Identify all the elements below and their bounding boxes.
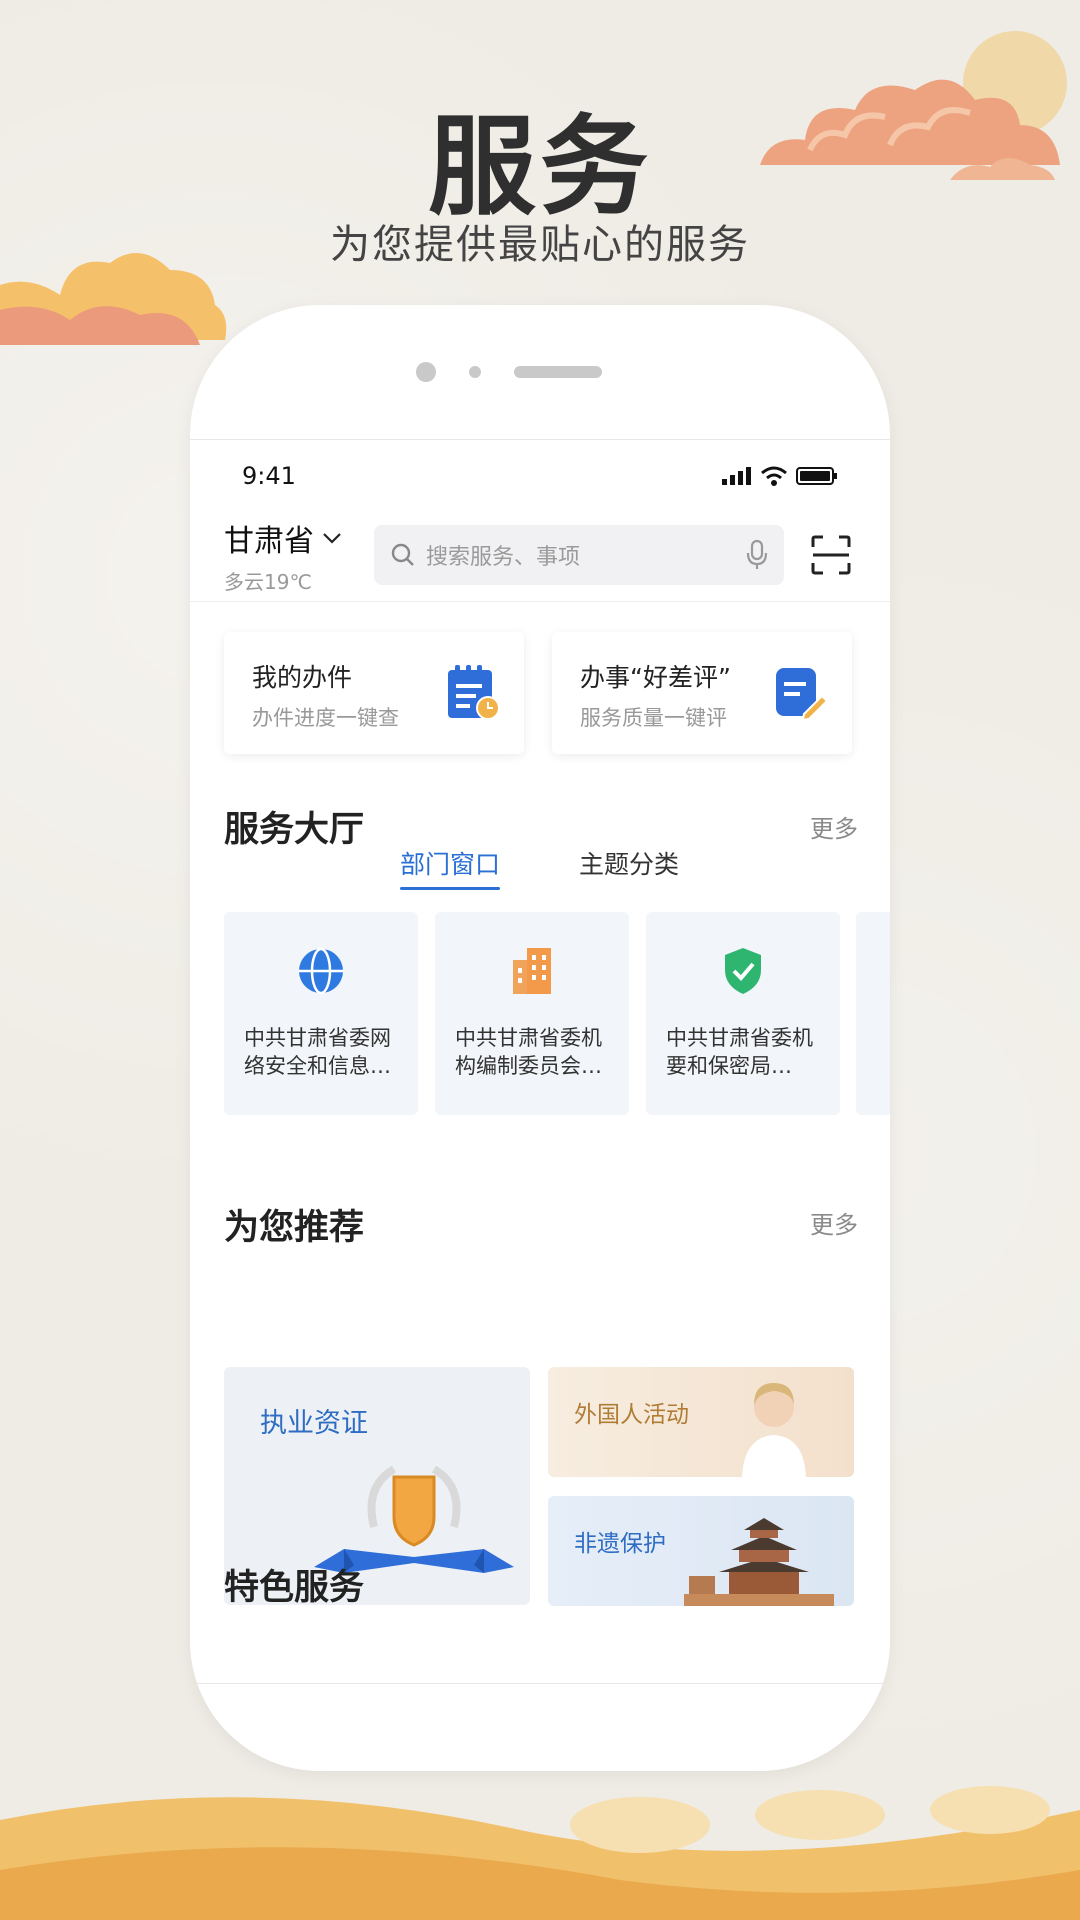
department-item[interactable]: 中共甘肃省委机 构编制委员会… [435, 912, 629, 1115]
shield-check-icon [725, 948, 761, 994]
globe-icon [299, 947, 343, 995]
wifi-icon [761, 466, 787, 486]
header-divider [190, 601, 890, 602]
building-icon [513, 948, 551, 994]
department-item[interactable]: 中共甘肃省委网 络安全和信息… [224, 912, 418, 1115]
weather-text: 多云19℃ [224, 569, 312, 594]
service-rating-card[interactable]: 办事“好差评” 服务质量一键评 [552, 632, 852, 754]
my-cases-card[interactable]: 我的办件 办件进度一键查 [224, 632, 524, 754]
recommend-more-link[interactable]: 更多 [810, 1205, 858, 1240]
department-name-line1: 中共甘肃省委机 [455, 1026, 602, 1050]
recommend-heritage-card[interactable]: 非遗保护 [548, 1496, 854, 1606]
search-placeholder: 搜索服务、事项 [426, 545, 581, 570]
desert-dunes-decoration [0, 1786, 1080, 1920]
signal-icon [722, 467, 751, 485]
clipboard-clock-icon [448, 665, 500, 720]
location-selector[interactable]: 甘肃省 多云19℃ [224, 516, 364, 595]
service-rating-subtitle: 服务质量一键评 [580, 706, 727, 730]
recommend-foreigner-title: 外国人活动 [574, 1402, 689, 1428]
bottom-divider [190, 1683, 890, 1684]
department-name-line2: 络安全和信息… [244, 1054, 391, 1078]
tab-topic-category[interactable]: 主题分类 [579, 845, 679, 881]
scan-button[interactable] [802, 526, 860, 584]
tab-department-window[interactable]: 部门窗口 [400, 845, 500, 881]
department-item-partial[interactable] [856, 912, 890, 1115]
phone-frame: 9:41 甘肃省 多云19℃ 搜索服务、事项 我的办件 办件进度一键查 办事“好… [190, 305, 890, 1771]
speaker-grille [514, 366, 602, 378]
featured-services-title: 特色服务 [224, 1568, 365, 1608]
service-hall-more-link[interactable]: 更多 [810, 809, 858, 844]
recommend-license-title: 执业资证 [260, 1408, 368, 1439]
location-name: 甘肃省 [224, 523, 314, 559]
status-bar: 9:41 [242, 461, 838, 491]
department-name-line1: 中共甘肃省委网 [244, 1026, 391, 1050]
pagoda-photo [684, 1518, 834, 1606]
search-icon [391, 543, 414, 566]
recommend-title: 为您推荐 [224, 1208, 365, 1248]
sensor-dot [469, 366, 481, 378]
hero-subtitle: 为您提供最贴心的服务 [330, 222, 750, 268]
chevron-down-icon [323, 532, 341, 544]
app-screen: 9:41 甘肃省 多云19℃ 搜索服务、事项 我的办件 办件进度一键查 办事“好… [190, 441, 890, 1771]
department-name-line2: 要和保密局… [666, 1054, 792, 1078]
service-rating-title: 办事“好差评” [580, 663, 731, 692]
service-hall-tabs: 部门窗口 主题分类 [190, 845, 890, 893]
department-name-line1: 中共甘肃省委机 [666, 1026, 813, 1050]
top-bar: 甘肃省 多云19℃ 搜索服务、事项 [224, 515, 860, 595]
active-tab-indicator [400, 887, 500, 890]
camera-dot [416, 362, 436, 382]
my-cases-subtitle: 办件进度一键查 [252, 706, 399, 730]
phone-top-bezel [190, 305, 890, 440]
status-time: 9:41 [242, 462, 296, 490]
search-input[interactable]: 搜索服务、事项 [374, 525, 784, 585]
recommend-foreigner-card[interactable]: 外国人活动 [548, 1367, 854, 1477]
microphone-icon[interactable] [746, 539, 768, 571]
status-icons [722, 466, 838, 486]
department-item[interactable]: 中共甘肃省委机 要和保密局… [646, 912, 840, 1115]
note-edit-icon [776, 668, 828, 722]
recommend-heritage-title: 非遗保护 [574, 1531, 666, 1557]
my-cases-title: 我的办件 [252, 663, 353, 692]
person-photo [742, 1383, 806, 1477]
scan-icon [811, 535, 851, 575]
department-name-line2: 构编制委员会… [455, 1054, 602, 1078]
battery-icon [796, 467, 837, 485]
